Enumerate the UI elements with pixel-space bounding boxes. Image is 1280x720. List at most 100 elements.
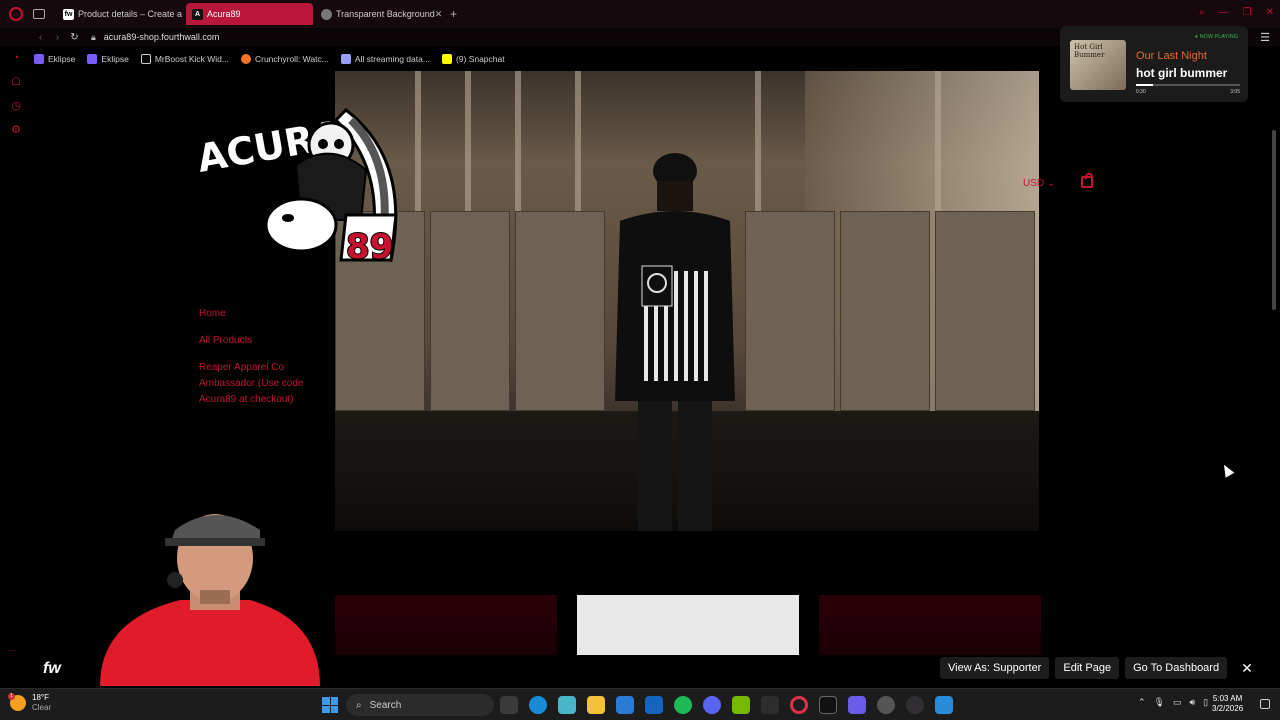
eklipse-icon [87, 54, 98, 64]
back-icon[interactable]: ‹ [32, 32, 49, 43]
close-icon[interactable]: ✕ [1241, 660, 1253, 677]
taskbar-search[interactable]: ⌕ Search [346, 694, 494, 716]
tab-transparent-background[interactable]: Transparent Background ✕ [315, 3, 442, 25]
notification-badge: 1 [8, 693, 15, 700]
page-scrollbar[interactable] [1270, 70, 1278, 685]
url-field[interactable]: acura89-shop.fourthwall.com [104, 32, 220, 42]
fourthwall-admin-bar: View As: Supporter Edit Page Go To Dashb… [940, 656, 1253, 680]
search-tabs-icon[interactable]: ⌕ [1199, 7, 1205, 18]
battery-icon[interactable]: ▯ [1203, 697, 1208, 708]
bookmark-crunchyroll[interactable]: Crunchyroll: Watc... [240, 54, 329, 64]
bookmark-eklipse-1[interactable]: Eklipse [34, 54, 75, 64]
notification-center-icon[interactable] [1260, 699, 1270, 709]
electrical-panel [935, 211, 1035, 411]
windows-taskbar: 1 18°F Clear ⌕ Search ⌃ 🎙︎ ▭ 🔊︎ ▯ 5:03 A… [0, 688, 1280, 720]
electrical-panel [430, 211, 510, 411]
workspaces-icon[interactable] [33, 9, 45, 19]
taskbar-apps [500, 696, 953, 714]
webcam-overlay [100, 514, 320, 686]
edge-icon[interactable] [529, 696, 547, 714]
discord-icon[interactable] [703, 696, 721, 714]
crunchyroll-icon [240, 54, 251, 64]
weather-temp: 18°F [32, 693, 49, 702]
obs-icon[interactable] [906, 696, 924, 714]
scrollbar-thumb[interactable] [1272, 130, 1276, 310]
conduit [755, 71, 761, 221]
outlook-icon[interactable] [645, 696, 663, 714]
fourthwall-logo: fw [43, 660, 61, 677]
streaming-icon [340, 54, 351, 64]
store-icon[interactable] [616, 696, 634, 714]
settings-icon[interactable]: ⚙ [11, 123, 21, 136]
easy-setup-icon[interactable]: ☰ [1260, 31, 1270, 44]
spotify-icon[interactable] [674, 696, 692, 714]
acura89-icon: A [192, 8, 203, 20]
currency-label: USD [1023, 178, 1045, 189]
weather-widget[interactable]: 1 18°F Clear [8, 693, 51, 713]
bookmark-mrboost[interactable]: MrBoost Kick Wid... [140, 54, 229, 64]
close-window-icon[interactable]: ✕ [1266, 7, 1274, 18]
acura89-logo[interactable]: ACURA 89 [196, 100, 416, 270]
bookmark-eklipse-2[interactable]: Eklipse [87, 54, 129, 64]
opera-logo-icon[interactable] [9, 7, 23, 21]
cart-icon[interactable] [1081, 173, 1093, 188]
view-as-button[interactable]: View As: Supporter [940, 657, 1050, 679]
terminal-icon[interactable] [761, 696, 779, 714]
grid-app-icon[interactable] [848, 696, 866, 714]
edit-page-button[interactable]: Edit Page [1055, 657, 1120, 679]
song-progress-fill [1136, 84, 1153, 86]
product-card[interactable] [577, 595, 799, 655]
reload-icon[interactable]: ↻ [66, 32, 83, 43]
nav-all-products-link[interactable]: All Products [199, 333, 329, 349]
conduit [935, 71, 941, 221]
nav-ambassador-link[interactable]: Reaper Apparel Co Ambassador (Use code A… [199, 360, 329, 408]
photos-icon[interactable] [935, 696, 953, 714]
eklipse-icon [34, 54, 44, 64]
album-art: Hot Girl Bummer [1070, 40, 1126, 90]
microphone-icon[interactable]: 🎙︎ [1154, 697, 1165, 708]
minimize-icon[interactable]: — [1219, 7, 1229, 18]
song-elapsed: 0:30 [1136, 89, 1146, 95]
chevron-up-icon[interactable]: ⌃ [1138, 697, 1146, 708]
conduit [515, 71, 521, 221]
capcut-icon[interactable] [819, 696, 837, 714]
snapchat-icon [441, 54, 452, 64]
currency-selector[interactable]: USD ⌄ [1023, 178, 1055, 189]
song-artist: hot girl bummer [1136, 66, 1228, 80]
bookmark-streaming-data[interactable]: All streaming data... [340, 54, 430, 64]
forward-icon[interactable]: › [49, 32, 66, 43]
fourthwall-icon: fw [63, 8, 74, 20]
taskbar-clock[interactable]: 5:03 AM 3/2/2026 [1212, 694, 1243, 714]
nav-home-link[interactable]: Home [199, 306, 329, 322]
lock-icon: 🔒︎ [91, 31, 96, 42]
product-card[interactable] [819, 595, 1041, 655]
more-icon[interactable]: ⋯ [8, 646, 16, 655]
product-card[interactable] [335, 595, 557, 655]
restore-icon[interactable]: ❐ [1243, 7, 1252, 18]
settings-app-icon[interactable] [877, 696, 895, 714]
tab-label: Product details – Create a [78, 9, 183, 19]
file-explorer-icon[interactable] [587, 696, 605, 714]
tab-label: Transparent Background [336, 9, 435, 19]
volume-icon[interactable]: 🔊︎ [1190, 697, 1196, 708]
bookmark-snapchat[interactable]: (9) Snapchat [441, 54, 505, 64]
window-controls: ⌕ — ❐ ✕ [1199, 7, 1274, 18]
close-tab-icon[interactable]: ✕ [435, 9, 442, 20]
new-tab-icon[interactable]: + [450, 7, 457, 21]
ai-icon[interactable]: ◔ [13, 52, 20, 64]
now-playing-widget: Hot Girl Bummer ● NOW PLAYING Our Last N… [1060, 26, 1248, 102]
network-icon[interactable]: ▭ [1173, 697, 1182, 708]
sun-icon: 1 [8, 693, 26, 711]
tab-product-details[interactable]: fw Product details – Create a [57, 3, 184, 25]
tab-acura89[interactable]: A Acura89 [186, 3, 313, 25]
start-icon[interactable] [322, 697, 338, 713]
nvidia-icon[interactable] [732, 696, 750, 714]
go-to-dashboard-button[interactable]: Go To Dashboard [1125, 657, 1228, 679]
album-art-text: Hot Girl Bummer [1074, 43, 1105, 59]
history-icon[interactable]: ◷ [11, 99, 21, 112]
messenger-icon[interactable]: ☖ [11, 75, 21, 88]
copilot-icon[interactable] [558, 696, 576, 714]
task-view-icon[interactable] [500, 696, 518, 714]
electrical-panel [745, 211, 835, 411]
opera-icon[interactable] [790, 696, 808, 714]
